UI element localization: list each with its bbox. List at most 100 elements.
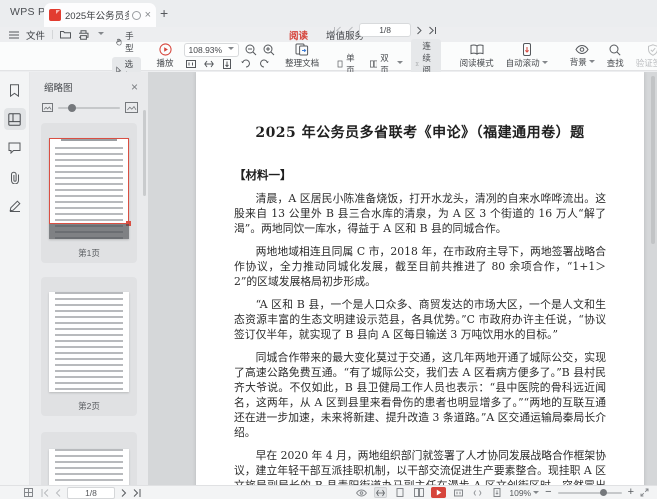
two-page-view-icon[interactable] [412, 487, 425, 498]
signature-panel-icon[interactable] [4, 195, 26, 217]
thumbnail-size-slider[interactable] [30, 98, 148, 119]
prev-page-button[interactable] [347, 26, 354, 35]
sidebar-icon-strip [0, 72, 30, 485]
verify-signature-label: 验证签名 [636, 57, 657, 69]
zoom-level-value: 108.93% [189, 45, 223, 55]
status-last-page-button[interactable] [133, 489, 141, 497]
small-thumbnail-icon [42, 103, 53, 112]
paragraph: “A 区和 B 县，一个是人口众多、商贸发达的市场大区，一个是人文和生态资源丰富… [234, 297, 606, 342]
zoom-out-icon[interactable] [245, 44, 257, 56]
status-zoom-value: 109% [509, 488, 531, 498]
quick-tools-caret-icon[interactable] [98, 32, 104, 38]
toolbar: 手型 选择 播放 108.93% [0, 42, 657, 71]
folder-icon[interactable] [60, 30, 71, 39]
status-next-page-button[interactable] [121, 489, 127, 497]
eye-protection-icon[interactable] [355, 487, 368, 498]
paragraph: 清晨，A 区居民小陈准备烧饭，打开水龙头，清冽的自来水哗哗流出。这股来自 13 … [234, 191, 606, 236]
thumbnail-panel-icon[interactable] [4, 108, 26, 130]
status-fit-width-icon[interactable] [471, 487, 484, 498]
document-page[interactable]: 2025 年公务员多省联考《申论》（福建通用卷）题 【材料一】 清晨，A 区居民… [196, 72, 644, 485]
background-label: 背景 [570, 57, 587, 67]
zoom-minus-button[interactable]: − [545, 487, 551, 498]
status-prev-page-button[interactable] [55, 489, 61, 497]
content-area: 缩略图 × 第1页 第2页 [0, 72, 657, 485]
organize-document-button[interactable]: 整理文档 [275, 42, 325, 70]
page-2-thumbnail-card: 第2页 [41, 277, 137, 416]
status-zoom-caret-icon [533, 491, 539, 497]
thumbnail-panel-close-icon[interactable]: × [131, 81, 138, 93]
auto-scroll-caret-icon [542, 61, 548, 67]
material-heading: 【材料一】 [234, 167, 606, 183]
new-tab-button[interactable]: + [160, 5, 168, 21]
background-button[interactable]: 背景 [564, 42, 601, 70]
page-1-offscreen-shade [49, 224, 129, 239]
document-area: 2025 年公务员多省联考《申论》（福建通用卷）题 【材料一】 清晨，A 区居民… [148, 72, 657, 485]
status-fit-page-icon[interactable] [490, 487, 503, 498]
thumbnail-slider-track[interactable] [58, 107, 120, 109]
read-mode-label: 阅读模式 [460, 57, 494, 69]
file-menu[interactable]: 文件 [26, 28, 45, 42]
play-label: 播放 [157, 57, 174, 69]
actual-size-icon[interactable] [186, 59, 196, 69]
large-thumbnail-icon [125, 102, 138, 113]
page-indicator-input[interactable]: 1/8 [359, 23, 411, 37]
paragraph: 两地地域相连且同属 C 市，2018 年，在市政府主导下，两地签署战略合作协议，… [234, 244, 606, 289]
status-page-indicator[interactable]: 1/8 [67, 487, 115, 499]
document-scrollbar[interactable] [651, 76, 655, 244]
sync-icon [132, 11, 141, 20]
two-page-caret-icon [397, 61, 403, 67]
bookmark-panel-icon[interactable] [4, 79, 26, 101]
fit-window-icon[interactable] [374, 487, 387, 498]
single-page-view-icon[interactable] [393, 487, 406, 498]
attachment-panel-icon[interactable] [4, 166, 26, 188]
hand-tool-label: 手型 [125, 30, 136, 54]
tab-close-icon[interactable]: × [145, 10, 151, 21]
last-page-button[interactable] [428, 26, 437, 35]
find-label: 查找 [607, 57, 624, 69]
comments-panel-icon[interactable] [4, 137, 26, 159]
rotate-left-icon[interactable] [240, 59, 251, 69]
page-2-thumbnail[interactable] [49, 292, 129, 392]
thumbnail-panel-scrollbar[interactable] [143, 110, 146, 196]
status-actual-size-icon[interactable] [452, 487, 465, 498]
zoom-plus-button[interactable]: + [628, 487, 634, 498]
status-bar: 1/8 109% [0, 485, 657, 499]
fullscreen-icon[interactable] [640, 488, 649, 497]
find-button[interactable]: 查找 [601, 42, 630, 70]
document-tab[interactable]: 2025年公务员多省联考《申... × [44, 3, 156, 27]
rotate-right-icon[interactable] [259, 59, 270, 69]
paragraph: 同城合作带来的最大变化莫过于交通，这几年两地开通了城际公交，实现了高速公路免费互… [234, 350, 606, 440]
zoom-level-dropdown[interactable]: 108.93% [184, 43, 240, 57]
next-page-button[interactable] [416, 26, 423, 35]
tab-read[interactable]: 阅读 [288, 28, 309, 42]
hamburger-menu-icon[interactable] [9, 31, 19, 39]
status-play-button[interactable] [431, 487, 446, 498]
menu-row: 文件 阅读 增值服务 [0, 27, 657, 42]
read-mode-button[interactable]: 阅读模式 [454, 42, 500, 70]
play-button[interactable]: 播放 [151, 42, 180, 70]
page-1-viewport-box[interactable] [49, 138, 129, 224]
printer-icon[interactable] [78, 30, 89, 40]
thumbnail-panel: 缩略图 × 第1页 第2页 [30, 72, 148, 485]
zoom-in-icon[interactable] [263, 44, 275, 56]
zoom-slider-track[interactable] [558, 492, 622, 494]
thumbnail-panel-title: 缩略图 [44, 80, 73, 94]
organize-document-label: 整理文档 [285, 57, 319, 69]
zoom-slider-handle[interactable] [600, 489, 607, 496]
hand-tool-button[interactable]: 手型 [112, 29, 141, 55]
page-1-thumbnail-card: 第1页 [41, 123, 137, 263]
page-1-thumbnail[interactable] [49, 138, 129, 239]
auto-scroll-label: 自动滚动 [506, 58, 540, 68]
page-3-thumbnail-card: 第3页 [41, 432, 137, 485]
status-zoom-dropdown[interactable]: 109% [509, 488, 539, 498]
thumbnail-slider-handle[interactable] [68, 104, 76, 112]
fit-page-icon[interactable] [222, 59, 232, 69]
first-page-button[interactable] [333, 26, 342, 35]
page-2-label: 第2页 [41, 400, 137, 412]
page-3-thumbnail[interactable] [49, 449, 129, 485]
tab-title: 2025年公务员多省联考《申... [65, 8, 129, 22]
status-first-page-button[interactable] [41, 489, 49, 497]
auto-scroll-button[interactable]: 自动滚动 [500, 42, 554, 70]
fit-width-icon[interactable] [204, 59, 214, 69]
thumbnail-grid-icon[interactable] [22, 487, 35, 498]
